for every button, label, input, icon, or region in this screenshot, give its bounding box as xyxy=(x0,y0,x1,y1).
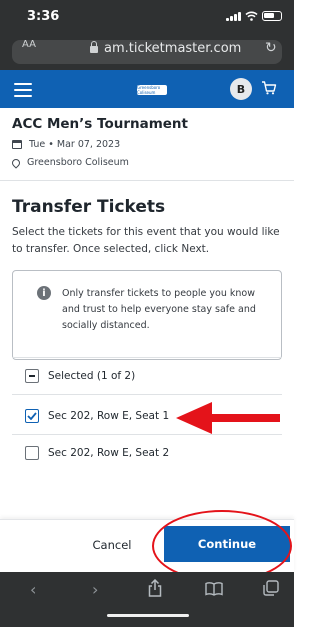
divider xyxy=(0,180,294,181)
divider xyxy=(12,434,282,435)
transfer-description: Select the tickets for this event that y… xyxy=(12,226,280,255)
tabs-icon[interactable] xyxy=(263,580,279,596)
event-title: ACC Men’s Tournament xyxy=(12,116,188,132)
status-time: 3:36 xyxy=(27,9,60,24)
info-icon: i xyxy=(37,286,51,300)
event-date-row: Tue • Mar 07, 2023 xyxy=(12,139,120,150)
reload-icon[interactable]: ↻ xyxy=(265,40,277,56)
venue-logo-text: Greensboro Coliseum xyxy=(137,85,161,95)
venue-logo[interactable]: Greensboro Coliseum xyxy=(137,85,167,95)
share-icon[interactable] xyxy=(148,579,162,597)
wifi-icon xyxy=(245,11,258,21)
annotation-arrow-icon xyxy=(176,402,212,434)
browser-toolbar xyxy=(0,572,294,627)
text-size-button[interactable]: AA xyxy=(22,39,36,50)
account-avatar[interactable]: B xyxy=(230,78,252,100)
bookmarks-icon[interactable] xyxy=(205,582,223,596)
ticket-label: Sec 202, Row E, Seat 2 xyxy=(48,447,170,459)
event-venue-row: Greensboro Coliseum xyxy=(10,156,129,169)
transfer-heading: Transfer Tickets xyxy=(12,197,166,217)
battery-icon xyxy=(262,11,282,21)
select-all-checkbox[interactable] xyxy=(25,369,39,383)
divider xyxy=(12,357,282,358)
lock-icon xyxy=(90,41,98,53)
hamburger-menu-icon[interactable] xyxy=(14,83,32,101)
status-indicators xyxy=(226,11,282,21)
annotation-arrow-shaft xyxy=(210,414,280,422)
text-size-label: AA xyxy=(22,39,36,50)
selected-summary: Selected (1 of 2) xyxy=(48,370,136,382)
location-pin-icon xyxy=(10,156,22,169)
checkmark-icon xyxy=(27,412,37,420)
signal-icon xyxy=(226,12,241,21)
select-all-row[interactable]: Selected (1 of 2) xyxy=(25,369,135,383)
cart-icon[interactable] xyxy=(261,81,277,95)
cancel-button[interactable]: Cancel xyxy=(62,528,162,562)
event-venue: Greensboro Coliseum xyxy=(27,157,129,168)
ticket-row[interactable]: Sec 202, Row E, Seat 1 xyxy=(25,409,169,423)
ticket-checkbox[interactable] xyxy=(25,409,39,423)
ticket-row[interactable]: Sec 202, Row E, Seat 2 xyxy=(25,446,169,460)
safety-alert-text: Only transfer tickets to people you know… xyxy=(62,288,256,331)
ticket-checkbox[interactable] xyxy=(25,446,39,460)
back-icon[interactable]: ‹ xyxy=(30,580,36,599)
home-indicator xyxy=(107,614,189,617)
forward-icon[interactable]: › xyxy=(92,580,98,599)
divider xyxy=(12,394,282,395)
ticket-label: Sec 202, Row E, Seat 1 xyxy=(48,410,170,422)
url-text[interactable]: am.ticketmaster.com xyxy=(104,41,241,56)
event-date: Tue • Mar 07, 2023 xyxy=(29,139,121,150)
calendar-icon xyxy=(12,140,22,149)
